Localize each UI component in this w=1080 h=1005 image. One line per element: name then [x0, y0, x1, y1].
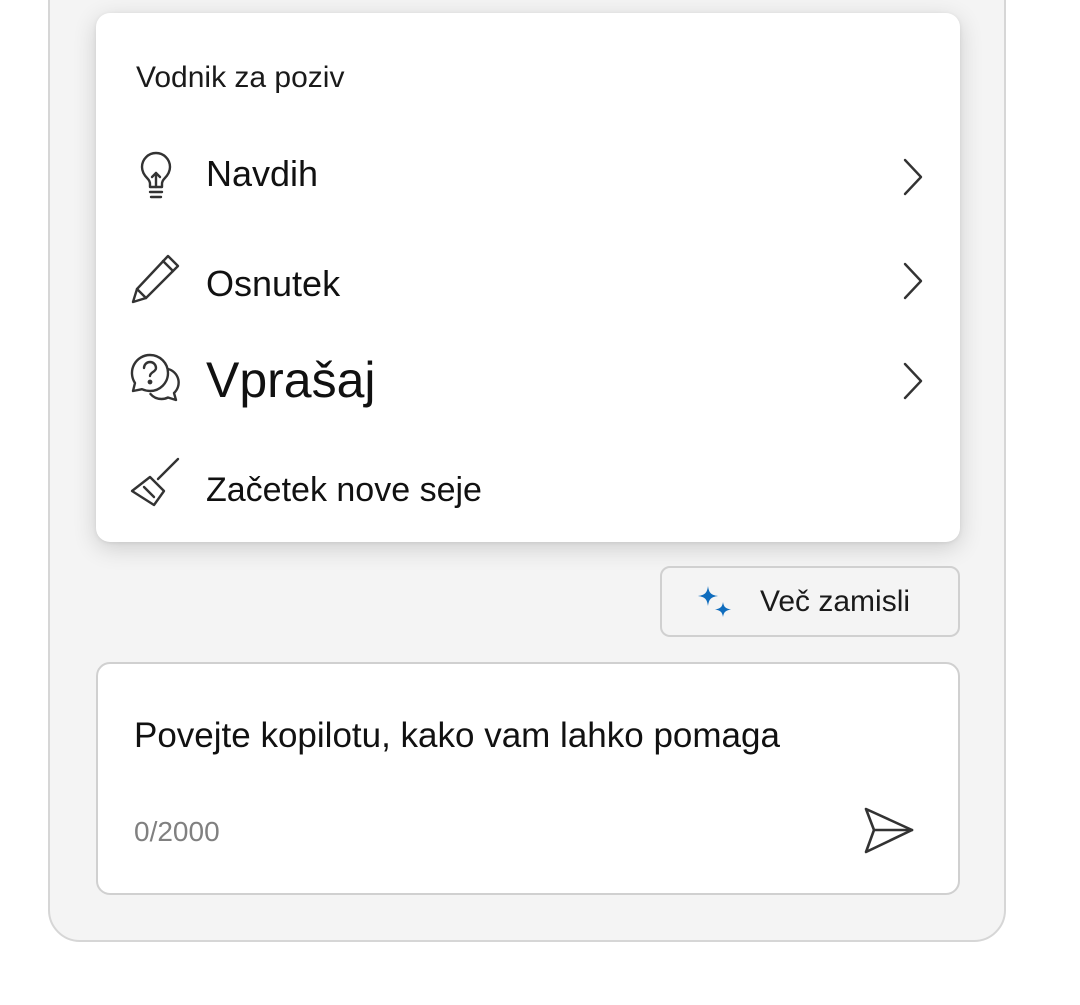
lightbulb-icon [128, 147, 184, 203]
more-ideas-button[interactable]: Več zamisli [660, 566, 960, 637]
menu-item-new-session[interactable]: Začetek nove seje [96, 443, 960, 533]
menu-item-vprasaj[interactable]: Vprašaj [96, 337, 960, 427]
sparkle-icon [694, 584, 734, 624]
menu-item-navdih[interactable]: Navdih [96, 131, 960, 221]
question-chat-icon [128, 351, 184, 407]
more-ideas-label: Več zamisli [760, 585, 911, 618]
prompt-guide-menu: Vodnik za poziv Navdih Osnutek Vprašaj Z… [96, 13, 960, 542]
menu-item-label: Vprašaj [206, 352, 376, 408]
menu-item-osnutek[interactable]: Osnutek [96, 235, 960, 325]
prompt-guide-title: Vodnik za poziv [136, 61, 345, 94]
chat-input-placeholder[interactable]: Povejte kopilotu, kako vam lahko pomaga [134, 716, 780, 756]
send-icon[interactable] [862, 804, 916, 858]
menu-item-label: Osnutek [206, 263, 341, 304]
menu-item-label: Začetek nove seje [206, 471, 482, 509]
chat-input-box[interactable]: Povejte kopilotu, kako vam lahko pomaga … [96, 662, 960, 895]
chevron-right-icon [896, 155, 928, 199]
menu-item-label: Navdih [206, 153, 319, 194]
broom-icon [128, 457, 184, 513]
pencil-icon [128, 251, 184, 307]
chevron-right-icon [896, 359, 928, 403]
character-counter: 0/2000 [134, 816, 220, 847]
chevron-right-icon [896, 259, 928, 303]
